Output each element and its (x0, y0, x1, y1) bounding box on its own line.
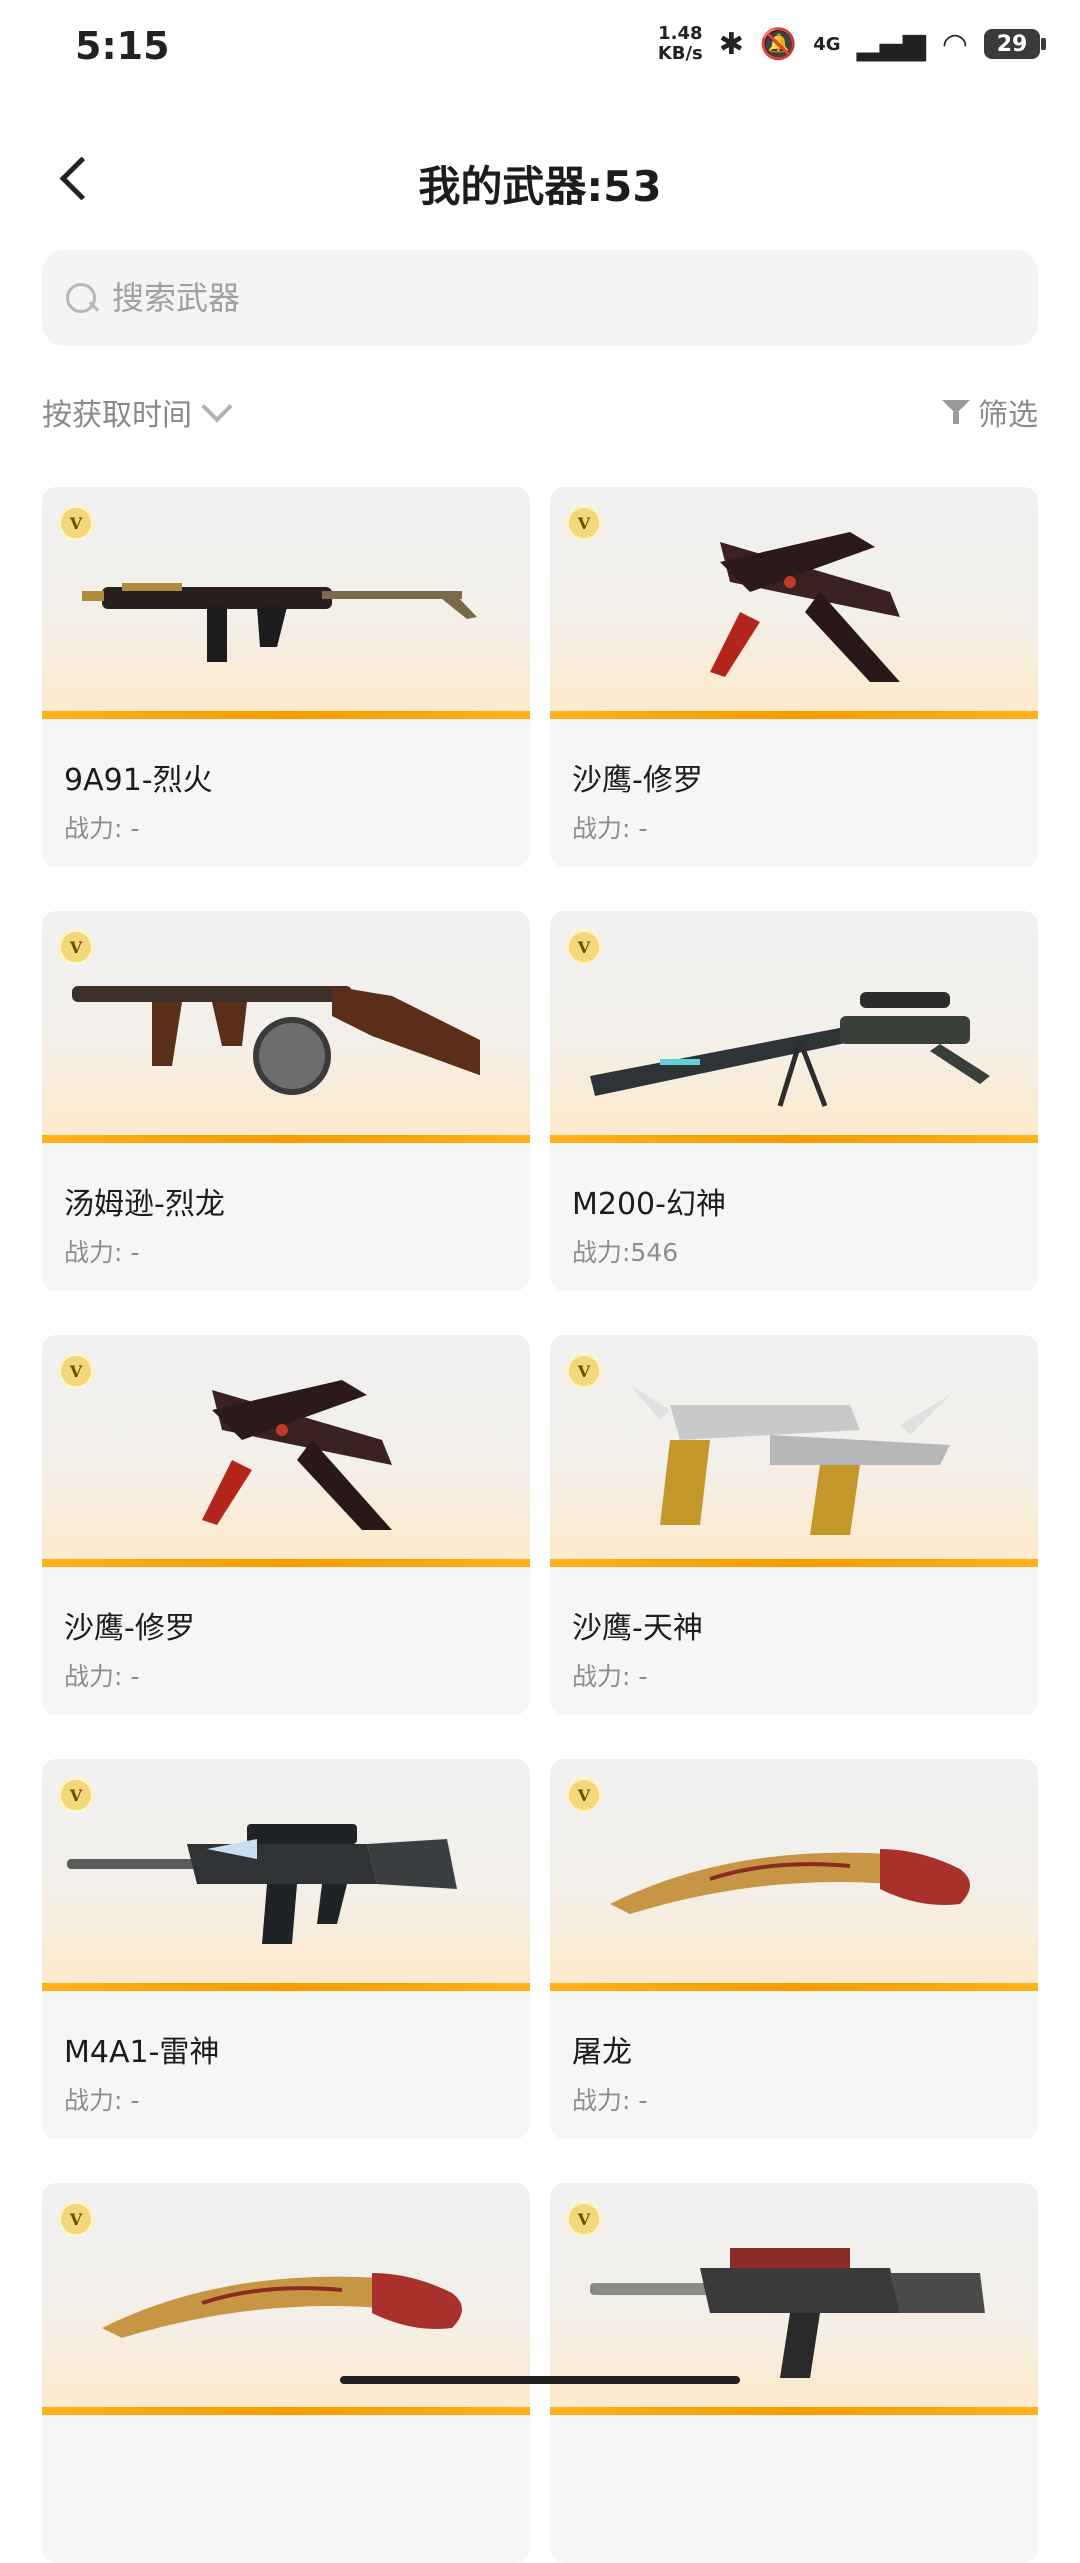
weapon-card[interactable]: V 9A91-烈火 战力: - (42, 487, 530, 867)
weapon-card[interactable]: V 沙鹰-修罗 战力: - (42, 1335, 530, 1715)
filter-icon (942, 398, 970, 426)
weapon-name: 屠龙 (572, 2035, 632, 2070)
status-time: 5:15 (75, 24, 170, 68)
battery-icon: 29 (984, 29, 1046, 59)
weapon-power: 战力: - (572, 814, 648, 843)
weapon-power: 战力: - (64, 2086, 140, 2115)
weapon-power: 战力: - (64, 1662, 140, 1691)
vip-badge: V (58, 505, 94, 541)
weapon-card[interactable]: V (42, 2183, 530, 2563)
network-label: 4G (813, 33, 841, 55)
weapon-name: 沙鹰-修罗 (64, 1611, 195, 1646)
bluetooth-icon: ✱ (718, 26, 744, 62)
weapon-power: 战力:546 (572, 1238, 679, 1267)
bell-off-icon: 🔕 (759, 26, 798, 62)
page-title: 我的武器:53 (418, 162, 662, 211)
weapon-name: 9A91-烈火 (64, 763, 213, 798)
sort-dropdown[interactable]: 按获取时间 (42, 390, 233, 434)
vip-badge: V (58, 929, 94, 965)
search-input[interactable] (110, 278, 964, 318)
weapon-card[interactable]: V (550, 2183, 1038, 2563)
weapon-image: V (550, 1335, 1038, 1567)
sort-label: 按获取时间 (42, 398, 192, 433)
filter-label: 筛选 (978, 398, 1038, 433)
vip-badge: V (566, 1777, 602, 1813)
wifi-icon: ◠ (941, 26, 968, 62)
weapon-image: V (42, 487, 530, 719)
weapon-image: V (550, 1759, 1038, 1991)
weapon-name: 沙鹰-天神 (572, 1611, 703, 1646)
weapon-image: V (42, 1759, 530, 1991)
machete-icon (610, 1849, 970, 1914)
signal-icon: ▂▄▆ (856, 26, 926, 62)
search-icon (64, 281, 98, 315)
weapon-image: V (42, 911, 530, 1143)
weapon-name: M4A1-雷神 (64, 2035, 220, 2070)
smg-icon (82, 583, 477, 662)
weapon-card[interactable]: V M4A1-雷神 战力: - (42, 1759, 530, 2139)
rifle-icon (590, 2248, 985, 2378)
weapon-name: M200-幻神 (572, 1187, 726, 1222)
search-bar[interactable] (42, 250, 1038, 346)
sort-filter-bar: 按获取时间 筛选 (42, 390, 1038, 436)
weapon-power: 战力: - (64, 814, 140, 843)
weapon-image: V (42, 1335, 530, 1567)
weapon-card[interactable]: V 屠龙 战力: - (550, 1759, 1038, 2139)
weapon-power: 战力: - (572, 1662, 648, 1691)
pistol-icon (202, 1380, 392, 1530)
weapon-card[interactable]: V 沙鹰-天神 战力: - (550, 1335, 1038, 1715)
weapon-card[interactable]: V 汤姆逊-烈龙 战力: - (42, 911, 530, 1291)
home-indicator[interactable] (340, 2376, 740, 2384)
weapon-power: 战力: - (64, 1238, 140, 1267)
filter-button[interactable]: 筛选 (942, 390, 1038, 434)
weapon-card[interactable]: V 沙鹰-修罗 战力: - (550, 487, 1038, 867)
status-icons: 1.48 KB/s ✱ 🔕 4G ▂▄▆ ◠ 29 (657, 23, 1046, 64)
rifle-icon (67, 1824, 457, 1944)
vip-badge: V (58, 2201, 94, 2237)
weapon-image: V (550, 487, 1038, 719)
weapon-name: 沙鹰-修罗 (572, 763, 703, 798)
sniper-rifle-icon (590, 992, 990, 1107)
weapon-card[interactable]: V M200-幻神 战力:546 (550, 911, 1038, 1291)
weapon-image: V (550, 911, 1038, 1143)
weapon-name: 汤姆逊-烈龙 (64, 1187, 225, 1222)
network-speed: 1.48 KB/s (657, 23, 703, 64)
dual-pistols-icon (630, 1385, 950, 1535)
machete-icon (102, 2273, 462, 2338)
weapon-power: 战力: - (572, 2086, 648, 2115)
smg-icon (72, 986, 480, 1095)
pistol-icon (710, 532, 900, 682)
status-bar: 5:15 1.48 KB/s ✱ 🔕 4G ▂▄▆ ◠ 29 (0, 0, 1080, 100)
page-header: 我的武器:53 (0, 135, 1080, 225)
chevron-down-icon (201, 391, 233, 423)
